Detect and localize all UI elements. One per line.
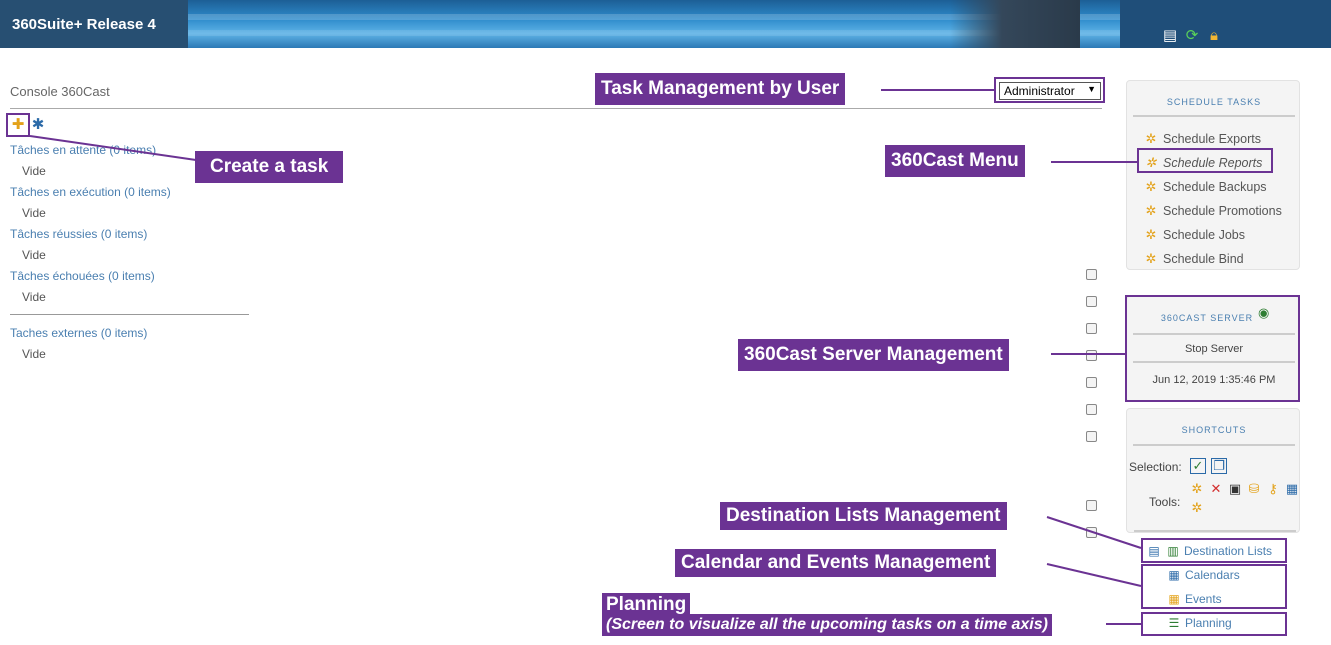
annotation-destination-lists: Destination Lists Management bbox=[720, 502, 1007, 530]
annotation-create-task: Create a task bbox=[195, 151, 344, 183]
annotation-server-management: 360Cast Server Management bbox=[738, 339, 1009, 371]
annotation-calendar-events: Calendar and Events Management bbox=[675, 549, 997, 577]
annotation-menu: 360Cast Menu bbox=[885, 145, 1025, 177]
annotation-planning-subtitle: (Screen to visualize all the upcoming ta… bbox=[602, 614, 1052, 636]
annotation-task-management: Task Management by User bbox=[595, 73, 846, 105]
